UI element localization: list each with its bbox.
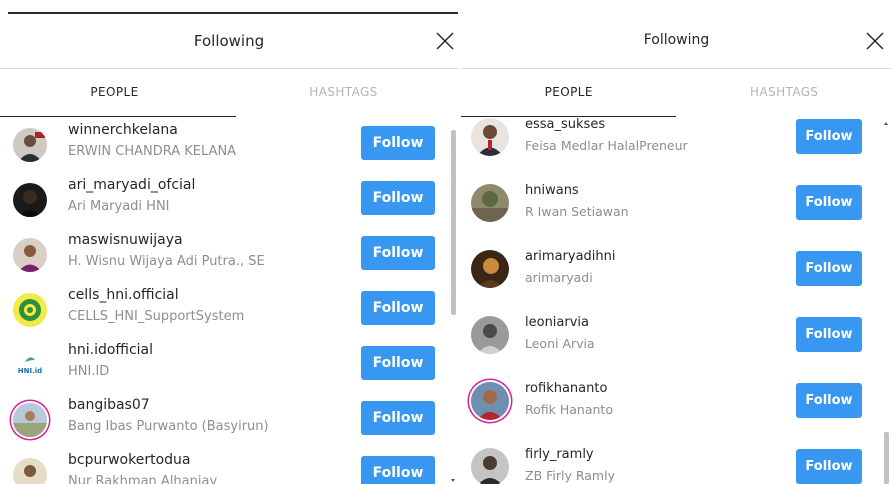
follow-button[interactable]: Follow — [361, 291, 435, 325]
username[interactable]: maswisnuwijaya — [68, 232, 183, 248]
list-item[interactable]: leoniarvia Leoni Arvia Follow — [461, 307, 892, 363]
avatar[interactable] — [13, 183, 47, 217]
avatar[interactable] — [471, 184, 509, 222]
header-divider — [0, 68, 458, 69]
tab-hashtags[interactable]: HASHTAGS — [229, 72, 458, 112]
full-name: HNI.ID — [68, 364, 110, 379]
avatar[interactable] — [471, 448, 509, 484]
avatar[interactable] — [13, 128, 47, 162]
follow-button[interactable]: Follow — [361, 401, 435, 435]
full-name: CELLS_HNI_SupportSystem — [68, 309, 245, 324]
tab-bar: PEOPLE HASHTAGS — [461, 72, 892, 117]
follow-button[interactable]: Follow — [361, 236, 435, 270]
follow-button[interactable]: Follow — [796, 383, 862, 418]
username[interactable]: winnerchkelana — [68, 122, 178, 138]
username[interactable]: essa_sukses — [525, 117, 605, 132]
list-item[interactable]: bangibas07 Bang Ibas Purwanto (Basyirun)… — [0, 392, 458, 448]
list-item[interactable]: firly_ramly ZB Firly Ramly Follow — [461, 439, 892, 484]
dialog-header: Following — [0, 14, 458, 70]
follow-button[interactable]: Follow — [796, 251, 862, 286]
avatar[interactable] — [13, 403, 47, 437]
hni-logo-text: HNI.id — [18, 367, 42, 375]
following-dialog-left: Following PEOPLE HASHTAGS winnerchkelana… — [0, 0, 458, 484]
username[interactable]: cells_hni.official — [68, 287, 179, 303]
scrollbar[interactable] — [448, 120, 458, 484]
list-item[interactable]: arimaryadihni arimaryadi Follow — [461, 241, 892, 297]
avatar[interactable]: HNI.id — [13, 348, 47, 382]
full-name: ERWIN CHANDRA KELANA — [68, 144, 237, 159]
list-item[interactable]: ari_maryadi_ofcial Ari Maryadi HNI Follo… — [0, 172, 458, 228]
full-name: R Iwan Setiawan — [525, 204, 629, 219]
full-name: Feisa Medlar HalalPreneur — [525, 138, 688, 153]
following-list: essa_sukses Feisa Medlar HalalPreneur Fo… — [461, 117, 892, 484]
username[interactable]: arimaryadihni — [525, 249, 616, 264]
full-name: ZB Firly Ramly — [525, 468, 615, 483]
list-item[interactable]: bcpurwokertodua Nur Rakhman Alhaniav Fol… — [0, 447, 458, 484]
dialog-header: Following — [461, 14, 892, 70]
header-divider — [461, 68, 892, 69]
full-name: Leoni Arvia — [525, 336, 595, 351]
full-name: Rofik Hananto — [525, 402, 613, 417]
full-name: Ari Maryadi HNI — [68, 199, 170, 214]
scrollbar[interactable] — [881, 120, 891, 484]
follow-button[interactable]: Follow — [796, 449, 862, 484]
username[interactable]: bcpurwokertodua — [68, 452, 191, 468]
follow-button[interactable]: Follow — [796, 185, 862, 220]
tab-people[interactable]: PEOPLE — [0, 72, 229, 112]
close-x-icon — [436, 32, 454, 50]
list-item[interactable]: hniwans R Iwan Setiawan Follow — [461, 175, 892, 231]
username[interactable]: ari_maryadi_ofcial — [68, 177, 195, 193]
full-name: H. Wisnu Wijaya Adi Putra., SE — [68, 254, 265, 269]
full-name: Nur Rakhman Alhaniav — [68, 474, 218, 484]
tab-bar: PEOPLE HASHTAGS — [0, 72, 458, 117]
dialog-title: Following — [193, 32, 265, 50]
scrollbar-thumb[interactable] — [451, 130, 456, 315]
scrollbar-thumb[interactable] — [884, 432, 889, 484]
full-name: Bang Ibas Purwanto (Basyirun) — [68, 419, 269, 434]
avatar[interactable] — [471, 118, 509, 156]
list-item[interactable]: maswisnuwijaya H. Wisnu Wijaya Adi Putra… — [0, 227, 458, 283]
full-name: arimaryadi — [525, 270, 593, 285]
follow-button[interactable]: Follow — [796, 317, 862, 352]
list-item[interactable]: winnerchkelana ERWIN CHANDRA KELANA Foll… — [0, 117, 458, 173]
username[interactable]: hniwans — [525, 183, 579, 198]
username[interactable]: rofikhananto — [525, 381, 607, 396]
avatar[interactable] — [471, 250, 509, 288]
list-item[interactable]: rofikhananto Rofik Hananto Follow — [461, 373, 892, 429]
follow-button[interactable]: Follow — [361, 456, 435, 484]
follow-button[interactable]: Follow — [361, 126, 435, 160]
close-x-icon — [866, 32, 884, 50]
avatar[interactable] — [13, 458, 47, 484]
username[interactable]: leoniarvia — [525, 315, 589, 330]
follow-button[interactable]: Follow — [796, 119, 862, 154]
list-item[interactable]: cells_hni.official CELLS_HNI_SupportSyst… — [0, 282, 458, 338]
avatar[interactable] — [471, 382, 509, 420]
following-list: winnerchkelana ERWIN CHANDRA KELANA Foll… — [0, 117, 458, 484]
scroll-down-arrow-icon[interactable] — [451, 479, 455, 482]
scroll-up-arrow-icon[interactable] — [884, 122, 888, 125]
dialog-title: Following — [643, 32, 710, 48]
tab-people[interactable]: PEOPLE — [461, 72, 677, 112]
following-dialog-right: Following PEOPLE HASHTAGS essa_sukses Fe… — [461, 0, 892, 484]
follow-button[interactable]: Follow — [361, 181, 435, 215]
list-item[interactable]: essa_sukses Feisa Medlar HalalPreneur Fo… — [461, 117, 892, 165]
follow-button[interactable]: Follow — [361, 346, 435, 380]
close-button[interactable] — [862, 28, 888, 54]
avatar[interactable] — [13, 238, 47, 272]
list-item[interactable]: HNI.id hni.idofficial HNI.ID Follow — [0, 337, 458, 393]
avatar[interactable] — [471, 316, 509, 354]
avatar[interactable] — [13, 293, 47, 327]
tab-hashtags[interactable]: HASHTAGS — [677, 72, 892, 112]
username[interactable]: hni.idofficial — [68, 342, 153, 358]
close-button[interactable] — [432, 28, 458, 54]
username[interactable]: bangibas07 — [68, 397, 150, 413]
username[interactable]: firly_ramly — [525, 447, 594, 462]
